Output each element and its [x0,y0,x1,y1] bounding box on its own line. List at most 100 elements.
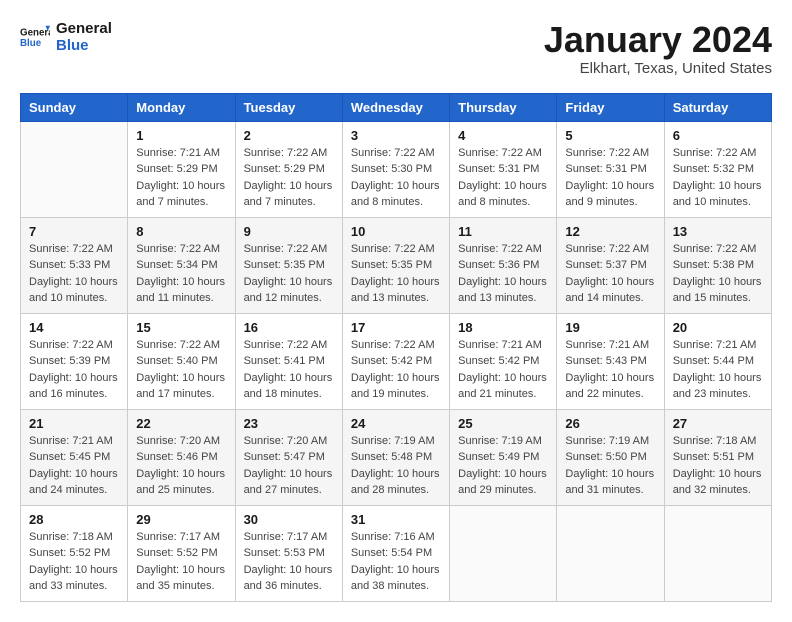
day-info: Sunrise: 7:19 AM Sunset: 5:48 PM Dayligh… [351,433,441,499]
calendar-cell: 27Sunrise: 7:18 AM Sunset: 5:51 PM Dayli… [664,409,771,505]
calendar-week-row: 14 Sunrise: 7:22 AM Sunset: 5:39 PM Dayli… [21,313,772,409]
day-number: 14 [29,320,119,335]
calendar-cell: 29 Sunrise: 7:17 AM Sunset: 5:52 PM Dayli… [128,505,235,601]
day-info: Sunrise: 7:19 AM Sunset: 5:50 PM Dayligh… [565,433,655,499]
day-number: 26 [565,416,655,431]
day-number: 24 [351,416,441,431]
day-number: 9 [244,224,334,239]
page-title: January 2024 [544,20,772,60]
logo-icon: General Blue [20,22,50,52]
day-info: Sunrise: 7:22 AM Sunset: 5:38 PM Dayligh… [673,241,763,307]
logo-text-line1: General [56,20,112,37]
svg-text:General: General [20,28,50,39]
day-info: Sunrise: 7:22 AM Sunset: 5:40 PM Dayligh… [136,337,226,403]
day-info: Sunrise: 7:18 AM Sunset: 5:52 PM Dayligh… [29,529,119,595]
calendar-cell: 19 Sunrise: 7:21 AM Sunset: 5:43 PM Dayli… [557,313,664,409]
day-info: Sunrise: 7:22 AM Sunset: 5:32 PM Dayligh… [673,145,763,211]
day-number: 8 [136,224,226,239]
day-number: 3 [351,128,441,143]
weekday-header-saturday: Saturday [664,93,771,121]
weekday-header-monday: Monday [128,93,235,121]
day-number: 2 [244,128,334,143]
calendar-cell [557,505,664,601]
day-number: 10 [351,224,441,239]
calendar-cell: 31Sunrise: 7:16 AM Sunset: 5:54 PM Dayli… [342,505,449,601]
weekday-header-tuesday: Tuesday [235,93,342,121]
calendar-table: SundayMondayTuesdayWednesdayThursdayFrid… [20,93,772,602]
day-info: Sunrise: 7:19 AM Sunset: 5:49 PM Dayligh… [458,433,548,499]
day-number: 30 [244,512,334,527]
day-info: Sunrise: 7:21 AM Sunset: 5:43 PM Dayligh… [565,337,655,403]
calendar-week-row: 1Sunrise: 7:21 AM Sunset: 5:29 PM Daylig… [21,121,772,217]
day-info: Sunrise: 7:21 AM Sunset: 5:44 PM Dayligh… [673,337,763,403]
calendar-cell: 26 Sunrise: 7:19 AM Sunset: 5:50 PM Dayli… [557,409,664,505]
day-info: Sunrise: 7:22 AM Sunset: 5:42 PM Dayligh… [351,337,441,403]
calendar-cell [450,505,557,601]
day-number: 6 [673,128,763,143]
day-info: Sunrise: 7:22 AM Sunset: 5:35 PM Dayligh… [244,241,334,307]
day-info: Sunrise: 7:20 AM Sunset: 5:46 PM Dayligh… [136,433,226,499]
calendar-week-row: 28 Sunrise: 7:18 AM Sunset: 5:52 PM Dayli… [21,505,772,601]
day-number: 20 [673,320,763,335]
day-number: 4 [458,128,548,143]
day-info: Sunrise: 7:22 AM Sunset: 5:31 PM Dayligh… [565,145,655,211]
day-info: Sunrise: 7:22 AM Sunset: 5:39 PM Dayligh… [29,337,119,403]
day-number: 21 [29,416,119,431]
day-info: Sunrise: 7:22 AM Sunset: 5:29 PM Dayligh… [244,145,334,211]
day-info: Sunrise: 7:16 AM Sunset: 5:54 PM Dayligh… [351,529,441,595]
day-number: 11 [458,224,548,239]
day-info: Sunrise: 7:17 AM Sunset: 5:52 PM Dayligh… [136,529,226,595]
day-info: Sunrise: 7:22 AM Sunset: 5:30 PM Dayligh… [351,145,441,211]
calendar-cell: 8 Sunrise: 7:22 AM Sunset: 5:34 PM Daylig… [128,217,235,313]
day-number: 29 [136,512,226,527]
weekday-header-friday: Friday [557,93,664,121]
calendar-cell: 14 Sunrise: 7:22 AM Sunset: 5:39 PM Dayli… [21,313,128,409]
calendar-cell: 22 Sunrise: 7:20 AM Sunset: 5:46 PM Dayli… [128,409,235,505]
day-number: 22 [136,416,226,431]
calendar-cell: 2 Sunrise: 7:22 AM Sunset: 5:29 PM Daylig… [235,121,342,217]
day-number: 17 [351,320,441,335]
day-number: 28 [29,512,119,527]
day-number: 18 [458,320,548,335]
calendar-cell: 12Sunrise: 7:22 AM Sunset: 5:37 PM Dayli… [557,217,664,313]
calendar-cell: 23 Sunrise: 7:20 AM Sunset: 5:47 PM Dayli… [235,409,342,505]
day-number: 12 [565,224,655,239]
calendar-cell [664,505,771,601]
calendar-cell: 28 Sunrise: 7:18 AM Sunset: 5:52 PM Dayli… [21,505,128,601]
day-number: 19 [565,320,655,335]
day-info: Sunrise: 7:22 AM Sunset: 5:33 PM Dayligh… [29,241,119,307]
day-info: Sunrise: 7:22 AM Sunset: 5:34 PM Dayligh… [136,241,226,307]
day-info: Sunrise: 7:17 AM Sunset: 5:53 PM Dayligh… [244,529,334,595]
calendar-cell: 11 Sunrise: 7:22 AM Sunset: 5:36 PM Dayli… [450,217,557,313]
calendar-cell: 7Sunrise: 7:22 AM Sunset: 5:33 PM Daylig… [21,217,128,313]
calendar-cell: 21 Sunrise: 7:21 AM Sunset: 5:45 PM Dayli… [21,409,128,505]
day-info: Sunrise: 7:22 AM Sunset: 5:36 PM Dayligh… [458,241,548,307]
calendar-cell: 13Sunrise: 7:22 AM Sunset: 5:38 PM Dayli… [664,217,771,313]
calendar-header-row: SundayMondayTuesdayWednesdayThursdayFrid… [21,93,772,121]
day-info: Sunrise: 7:22 AM Sunset: 5:35 PM Dayligh… [351,241,441,307]
calendar-cell: 6 Sunrise: 7:22 AM Sunset: 5:32 PM Daylig… [664,121,771,217]
calendar-cell: 16Sunrise: 7:22 AM Sunset: 5:41 PM Dayli… [235,313,342,409]
day-number: 23 [244,416,334,431]
calendar-cell: 5Sunrise: 7:22 AM Sunset: 5:31 PM Daylig… [557,121,664,217]
logo: General Blue General Blue [20,20,112,54]
calendar-week-row: 21 Sunrise: 7:21 AM Sunset: 5:45 PM Dayli… [21,409,772,505]
day-info: Sunrise: 7:20 AM Sunset: 5:47 PM Dayligh… [244,433,334,499]
day-number: 16 [244,320,334,335]
calendar-cell: 1Sunrise: 7:21 AM Sunset: 5:29 PM Daylig… [128,121,235,217]
weekday-header-wednesday: Wednesday [342,93,449,121]
weekday-header-sunday: Sunday [21,93,128,121]
page-subtitle: Elkhart, Texas, United States [544,60,772,77]
day-info: Sunrise: 7:21 AM Sunset: 5:45 PM Dayligh… [29,433,119,499]
calendar-cell: 3 Sunrise: 7:22 AM Sunset: 5:30 PM Daylig… [342,121,449,217]
calendar-cell: 17 Sunrise: 7:22 AM Sunset: 5:42 PM Dayli… [342,313,449,409]
calendar-cell: 20 Sunrise: 7:21 AM Sunset: 5:44 PM Dayli… [664,313,771,409]
calendar-cell: 4Sunrise: 7:22 AM Sunset: 5:31 PM Daylig… [450,121,557,217]
title-block: January 2024 Elkhart, Texas, United Stat… [544,20,772,77]
day-info: Sunrise: 7:21 AM Sunset: 5:42 PM Dayligh… [458,337,548,403]
logo-text-line2: Blue [56,37,112,54]
calendar-cell: 10 Sunrise: 7:22 AM Sunset: 5:35 PM Dayli… [342,217,449,313]
calendar-cell: 24 Sunrise: 7:19 AM Sunset: 5:48 PM Dayli… [342,409,449,505]
day-number: 1 [136,128,226,143]
calendar-cell: 18 Sunrise: 7:21 AM Sunset: 5:42 PM Dayli… [450,313,557,409]
